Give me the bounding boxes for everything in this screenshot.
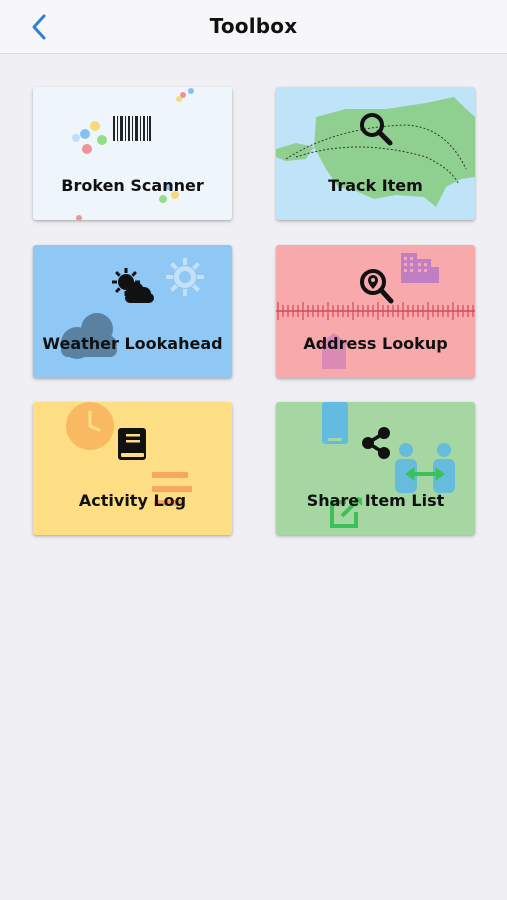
tile-label-track-item: Track Item: [328, 176, 423, 195]
nav-header: Toolbox: [0, 0, 507, 54]
tile-address-lookup[interactable]: Address Lookup: [276, 245, 475, 378]
tile-label-share-item-list: Share Item List: [306, 491, 445, 510]
us-map-decoration: [276, 97, 475, 207]
tile-share-item-list[interactable]: Share Item List: [276, 402, 475, 535]
weather-decoration: [61, 258, 204, 359]
tile-track-item[interactable]: Track Item: [276, 87, 475, 220]
search-icon: [360, 113, 393, 146]
tile-broken-scanner[interactable]: Broken Scanner: [33, 87, 232, 220]
activity-decoration: [66, 402, 192, 506]
ruler-decoration: [276, 253, 475, 369]
tile-label-activity-log: Activity Log: [78, 491, 187, 510]
share-decoration: [322, 402, 455, 528]
tile-label-address-lookup: Address Lookup: [303, 334, 448, 353]
share-icon: [362, 427, 390, 459]
tile-label-broken-scanner: Broken Scanner: [61, 176, 204, 195]
tile-label-weather-lookahead: Weather Lookahead: [42, 334, 223, 353]
tile-weather-lookahead[interactable]: Weather Lookahead: [33, 245, 232, 378]
location-search-icon: [360, 269, 394, 304]
tile-activity-log[interactable]: Activity Log: [33, 402, 232, 535]
book-icon: [118, 428, 146, 460]
partly-cloudy-icon: [112, 268, 154, 303]
barcode-icon: [113, 116, 151, 141]
page-title: Toolbox: [209, 14, 298, 38]
scanner-decoration: [72, 88, 194, 220]
